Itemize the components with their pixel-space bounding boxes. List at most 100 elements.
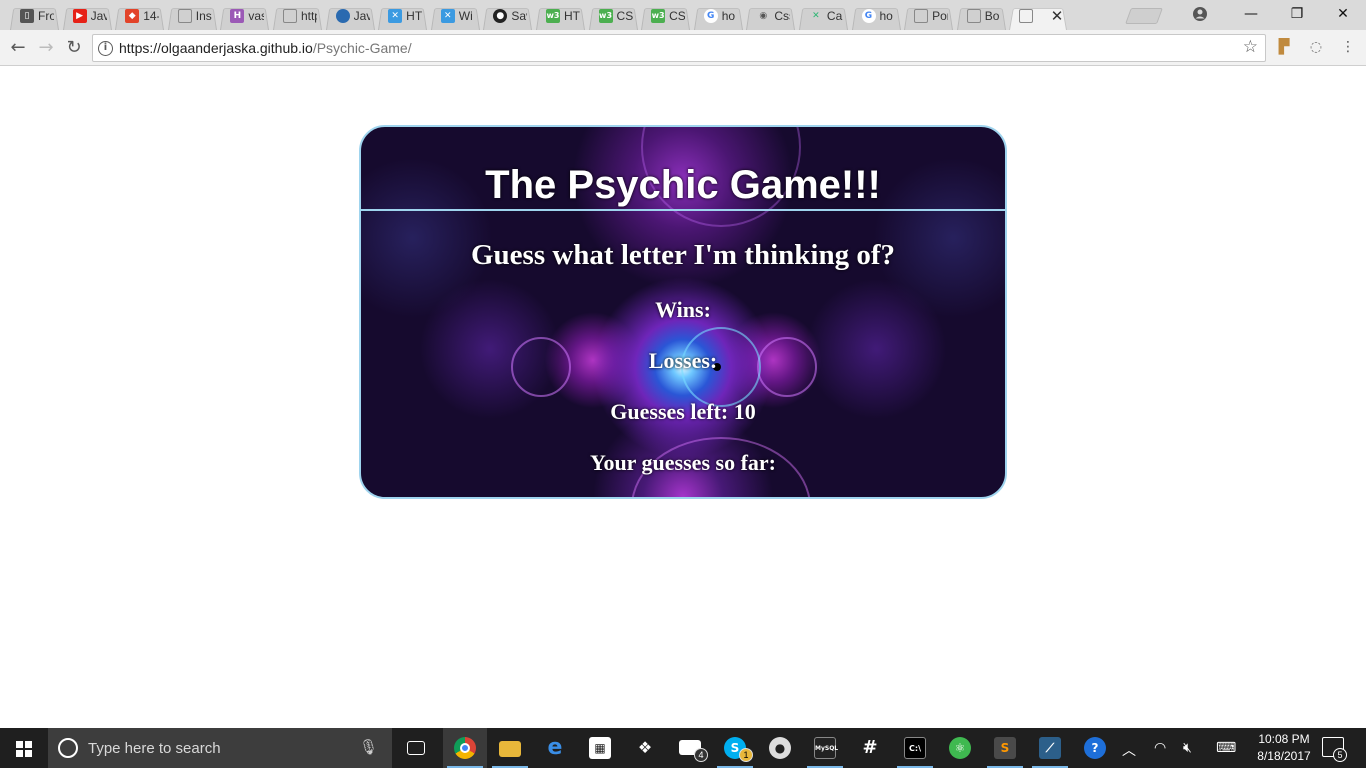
taskbar-skype[interactable]: S1 bbox=[713, 728, 757, 768]
tab-title: vas bbox=[248, 9, 265, 23]
guesses-left-label: Guesses left: 10 bbox=[610, 399, 756, 424]
microphone-icon[interactable]: 🎙︎ bbox=[359, 738, 378, 756]
bookmark-star-icon[interactable]: ☆ bbox=[1243, 37, 1258, 57]
tab-12[interactable]: w3 CS bbox=[639, 4, 692, 30]
taskbar-file-explorer[interactable] bbox=[488, 728, 532, 768]
taskbar-atom[interactable]: ⚛ bbox=[938, 728, 982, 768]
tab-title: Fro bbox=[38, 9, 54, 23]
tab-18[interactable]: Bo bbox=[955, 4, 1008, 30]
game-container: The Psychic Game!!! Guess what letter I'… bbox=[359, 125, 1007, 499]
action-center-icon[interactable]: 5 bbox=[1322, 737, 1347, 762]
w3-icon: w3 bbox=[598, 9, 613, 23]
guesses-so-far-label: Your guesses so far: bbox=[590, 450, 776, 475]
tab-active[interactable]: ✕ bbox=[1007, 4, 1069, 30]
tab-5[interactable]: http bbox=[271, 4, 324, 30]
windows-logo-icon bbox=[16, 741, 32, 757]
taskbar-clock[interactable]: 10:08 PM 8/18/2017 bbox=[1246, 731, 1322, 765]
workbench-icon: ⟋ bbox=[1039, 737, 1061, 759]
tab-7[interactable]: ✕ HT bbox=[376, 4, 429, 30]
url-text[interactable]: https://olgaanderjaska.github.io/Psychic… bbox=[119, 40, 412, 56]
profile-icon[interactable] bbox=[1192, 6, 1208, 22]
edge-icon: e bbox=[547, 735, 563, 760]
tab-title: Sav bbox=[511, 9, 527, 23]
minimize-icon[interactable]: — bbox=[1228, 0, 1274, 30]
help-icon: ? bbox=[1084, 737, 1106, 759]
restore-icon[interactable]: ❐ bbox=[1274, 0, 1320, 30]
github-desktop-icon: ● bbox=[769, 737, 791, 759]
tab-13[interactable]: Gho bbox=[692, 4, 745, 30]
dropbox-icon: ❖ bbox=[637, 738, 653, 757]
show-hidden-icons-icon[interactable]: ︿ bbox=[1122, 740, 1136, 760]
tab-1[interactable]: ▶ Jav bbox=[61, 4, 114, 30]
tab-list: ▯Fro ▶Jav ◆14- Inst Hvas http Jav ✕HT ✕W… bbox=[8, 4, 1069, 30]
taskbar-edge[interactable]: e bbox=[533, 728, 577, 768]
taskbar-mail[interactable]: 4 bbox=[668, 728, 712, 768]
address-bar[interactable]: i https://olgaanderjaska.github.io/Psych… bbox=[92, 34, 1266, 62]
back-arrow-icon[interactable]: ← bbox=[6, 36, 30, 60]
h-icon: H bbox=[230, 9, 245, 23]
menu-kebab-icon[interactable]: ⋮ bbox=[1339, 38, 1357, 56]
slack-icon: # bbox=[862, 737, 878, 758]
tab-title: Css bbox=[774, 9, 790, 23]
page-icon bbox=[914, 9, 929, 23]
book-icon: ▯ bbox=[20, 9, 34, 23]
tab-17[interactable]: Por bbox=[902, 4, 955, 30]
sublime-icon: S bbox=[994, 737, 1016, 759]
w3-icon: w3 bbox=[651, 9, 666, 23]
wifi-icon[interactable]: ◠ bbox=[1154, 740, 1166, 756]
taskbar-chrome[interactable] bbox=[443, 728, 487, 768]
tab-3[interactable]: Inst bbox=[166, 4, 219, 30]
forward-arrow-icon[interactable]: → bbox=[34, 36, 58, 60]
taskbar-help[interactable]: ? bbox=[1073, 728, 1117, 768]
youtube-icon: ▶ bbox=[72, 9, 87, 23]
taskbar-sublime[interactable]: S bbox=[983, 728, 1027, 768]
browser-tab-strip: ▯Fro ▶Jav ◆14- Inst Hvas http Jav ✕HT ✕W… bbox=[0, 0, 1366, 30]
taskbar-mysql-workbench[interactable]: ⟋ bbox=[1028, 728, 1072, 768]
tab-title: CS bbox=[669, 9, 686, 23]
google-icon: G bbox=[703, 9, 718, 23]
taskbar-terminal[interactable]: C:\ bbox=[893, 728, 937, 768]
volume-muted-icon[interactable]: 🔇︎ bbox=[1183, 740, 1192, 756]
tab-title: HT bbox=[406, 9, 423, 23]
tab-title: 14- bbox=[143, 9, 160, 23]
taskbar-mysql[interactable]: MySQL bbox=[803, 728, 847, 768]
tab-title: HT bbox=[563, 9, 580, 23]
taskbar-search[interactable]: Type here to search 🎙︎ bbox=[48, 728, 392, 768]
game-question: Guess what letter I'm thinking of? bbox=[470, 239, 895, 271]
browser-toolbar: ← → ↻ i https://olgaanderjaska.github.io… bbox=[0, 30, 1366, 66]
tab-4[interactable]: Hvas bbox=[218, 4, 271, 30]
tab-2[interactable]: ◆ 14- bbox=[113, 4, 166, 30]
extension-icon[interactable]: ▛ bbox=[1275, 38, 1293, 56]
tab-15[interactable]: ✕ Cal bbox=[797, 4, 850, 30]
globe-icon bbox=[335, 9, 350, 23]
tab-11[interactable]: w3 CS bbox=[587, 4, 640, 30]
taskbar-slack[interactable]: # bbox=[848, 728, 892, 768]
tab-8[interactable]: ✕ Wi bbox=[429, 4, 482, 30]
task-view-button[interactable] bbox=[394, 728, 438, 768]
taskbar: Type here to search 🎙︎ e ▦ ❖ 4 S1 ● MySQ… bbox=[0, 728, 1366, 768]
page-icon bbox=[282, 9, 297, 23]
keyboard-icon[interactable]: ⌨ bbox=[1216, 740, 1236, 756]
close-tab-icon[interactable]: ✕ bbox=[1051, 7, 1064, 25]
extension-circle-icon[interactable]: ◌ bbox=[1307, 38, 1325, 56]
reload-icon[interactable]: ↻ bbox=[62, 36, 86, 60]
tab-10[interactable]: w3 HT bbox=[534, 4, 587, 30]
url-host: https://olgaanderjaska.github.io bbox=[119, 40, 313, 56]
taskbar-github-desktop[interactable]: ● bbox=[758, 728, 802, 768]
tab-16[interactable]: Gho bbox=[850, 4, 903, 30]
tab-title: Por bbox=[932, 9, 948, 23]
skype-badge: 1 bbox=[739, 748, 753, 762]
tab-14[interactable]: ◉ Css bbox=[744, 4, 797, 30]
info-icon[interactable]: i bbox=[98, 41, 113, 56]
taskbar-store[interactable]: ▦ bbox=[578, 728, 622, 768]
new-tab-button[interactable] bbox=[1125, 8, 1163, 24]
search-placeholder: Type here to search bbox=[88, 740, 221, 757]
tab-6[interactable]: Jav bbox=[324, 4, 377, 30]
start-button[interactable] bbox=[0, 728, 48, 768]
tab-0[interactable]: ▯ Fro bbox=[8, 4, 61, 30]
tab-9[interactable]: ●Sav bbox=[481, 4, 534, 30]
taskbar-dropbox[interactable]: ❖ bbox=[623, 728, 667, 768]
mysql-icon: MySQL bbox=[814, 737, 838, 759]
close-window-icon[interactable]: ✕ bbox=[1320, 0, 1366, 30]
gitlab-icon: ◆ bbox=[125, 9, 140, 23]
